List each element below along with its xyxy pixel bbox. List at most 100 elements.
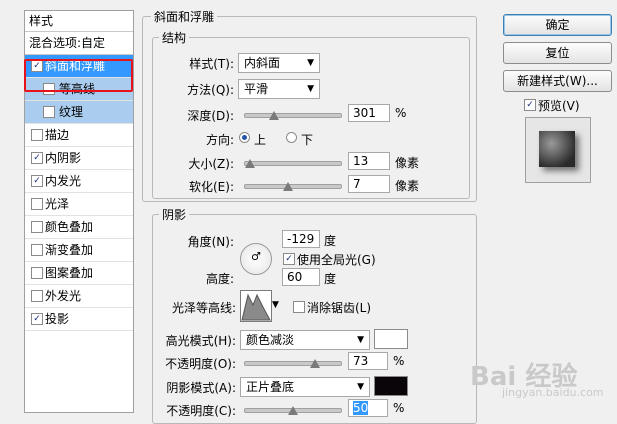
shadow-mode-label: 阴影模式(A): bbox=[166, 381, 236, 395]
style-item[interactable]: 图案叠加 bbox=[25, 262, 133, 285]
chevron-down-icon: ▼ bbox=[357, 335, 364, 345]
method-label: 方法(Q): bbox=[187, 83, 234, 97]
soften-slider[interactable] bbox=[244, 182, 342, 191]
style-item[interactable]: 颜色叠加 bbox=[25, 216, 133, 239]
styles-header: 样式 bbox=[25, 11, 133, 32]
style-item[interactable]: 渐变叠加 bbox=[25, 239, 133, 262]
highlight-opacity-slider[interactable] bbox=[244, 359, 342, 368]
watermark-url: jingyan.baidu.com bbox=[502, 386, 604, 399]
style-item[interactable]: ✓ 投影 bbox=[25, 308, 133, 331]
soften-unit: 像素 bbox=[395, 179, 420, 193]
size-input[interactable]: 13 bbox=[348, 152, 390, 170]
preview-label: 预览(V) bbox=[538, 99, 580, 113]
shadow-opacity-slider[interactable] bbox=[244, 406, 342, 415]
altitude-input[interactable]: 60 bbox=[282, 268, 320, 286]
style-item-label: 颜色叠加 bbox=[45, 220, 94, 234]
style-item[interactable]: ✓ 内阴影 bbox=[25, 147, 133, 170]
gloss-contour-picker[interactable] bbox=[240, 290, 272, 322]
contour-curve-icon bbox=[241, 293, 271, 321]
blend-options-item[interactable]: 混合选项:自定 bbox=[25, 32, 133, 55]
style-item-label: 光泽 bbox=[45, 197, 70, 211]
style-item-label: 纹理 bbox=[59, 105, 84, 119]
angle-unit: 度 bbox=[324, 234, 337, 248]
style-item-checkbox[interactable] bbox=[43, 106, 55, 118]
shadow-mode-select[interactable]: 正片叠底 ▼ bbox=[240, 377, 370, 397]
depth-label: 深度(D): bbox=[187, 109, 234, 123]
style-item[interactable]: ✓ 内发光 bbox=[25, 170, 133, 193]
chevron-down-icon: ▼ bbox=[307, 84, 314, 94]
highlight-annotation-box bbox=[24, 59, 133, 92]
style-item-checkbox[interactable]: ✓ bbox=[31, 175, 43, 187]
preview-sample-shape bbox=[539, 131, 575, 167]
angle-dial[interactable]: ♂ bbox=[240, 243, 272, 275]
reset-button[interactable]: 复位 bbox=[503, 42, 612, 64]
style-item-label: 内发光 bbox=[45, 174, 82, 188]
size-slider-thumb[interactable] bbox=[244, 159, 255, 168]
style-item-checkbox[interactable] bbox=[31, 244, 43, 256]
direction-up-label: 上 bbox=[254, 133, 267, 147]
size-label: 大小(Z): bbox=[188, 157, 234, 171]
style-item[interactable]: 光泽 bbox=[25, 193, 133, 216]
antialias-label: 消除锯齿(L) bbox=[307, 301, 372, 315]
global-light-label: 使用全局光(G) bbox=[297, 253, 376, 267]
altitude-label: 高度: bbox=[205, 272, 234, 286]
style-item-label: 描边 bbox=[45, 128, 70, 142]
structure-title: 结构 bbox=[159, 29, 190, 46]
chevron-down-icon: ▼ bbox=[307, 58, 314, 68]
style-item[interactable]: 纹理 bbox=[25, 101, 133, 124]
depth-slider[interactable] bbox=[244, 111, 342, 120]
shadow-color-swatch[interactable] bbox=[374, 376, 408, 396]
highlight-opacity-thumb[interactable] bbox=[310, 359, 321, 368]
shadow-mode-value: 正片叠底 bbox=[246, 380, 295, 394]
style-item-label: 渐变叠加 bbox=[45, 243, 94, 257]
preview-checkbox[interactable]: ✓ bbox=[524, 99, 536, 111]
style-value: 内斜面 bbox=[244, 56, 281, 70]
antialias-checkbox[interactable] bbox=[293, 301, 305, 313]
style-item-checkbox[interactable] bbox=[31, 290, 43, 302]
size-unit: 像素 bbox=[395, 156, 420, 170]
altitude-unit: 度 bbox=[324, 272, 337, 286]
style-item-label: 投影 bbox=[45, 312, 70, 326]
style-select[interactable]: 内斜面 ▼ bbox=[238, 53, 320, 73]
chevron-down-icon: ▼ bbox=[357, 382, 364, 392]
shading-title: 阴影 bbox=[159, 206, 190, 223]
new-style-button[interactable]: 新建样式(W)... bbox=[503, 70, 612, 92]
soften-input[interactable]: 7 bbox=[348, 175, 390, 193]
direction-label: 方向: bbox=[205, 133, 234, 147]
style-item[interactable]: 外发光 bbox=[25, 285, 133, 308]
highlight-color-swatch[interactable] bbox=[374, 329, 408, 349]
direction-up-radio[interactable] bbox=[239, 132, 250, 143]
soften-label: 软化(E): bbox=[189, 180, 234, 194]
ok-button[interactable]: 确定 bbox=[503, 14, 612, 36]
angle-input[interactable]: -129 bbox=[282, 230, 320, 248]
highlight-mode-select[interactable]: 颜色减淡 ▼ bbox=[240, 330, 370, 350]
highlight-opacity-label: 不透明度(O): bbox=[165, 357, 236, 371]
direction-down-label: 下 bbox=[301, 133, 314, 147]
style-item[interactable]: 描边 bbox=[25, 124, 133, 147]
style-item-checkbox[interactable] bbox=[31, 221, 43, 233]
chevron-down-icon[interactable]: ▼ bbox=[272, 300, 279, 310]
angle-label: 角度(N): bbox=[187, 235, 234, 249]
depth-unit: % bbox=[395, 106, 407, 120]
depth-slider-thumb[interactable] bbox=[268, 111, 279, 120]
depth-input[interactable]: 301 bbox=[348, 104, 390, 122]
bevel-title: 斜面和浮雕 bbox=[151, 8, 218, 25]
angle-crosshair-icon: ♂ bbox=[251, 250, 261, 263]
highlight-mode-label: 高光模式(H): bbox=[165, 334, 236, 348]
direction-down-radio[interactable] bbox=[286, 132, 297, 143]
style-item-checkbox[interactable] bbox=[31, 198, 43, 210]
style-item-checkbox[interactable]: ✓ bbox=[31, 152, 43, 164]
style-item-checkbox[interactable]: ✓ bbox=[31, 313, 43, 325]
method-value: 平滑 bbox=[244, 82, 269, 96]
style-item-checkbox[interactable] bbox=[31, 267, 43, 279]
global-light-checkbox[interactable]: ✓ bbox=[283, 253, 295, 265]
shadow-opacity-input[interactable]: 50 bbox=[348, 399, 388, 417]
size-slider[interactable] bbox=[244, 159, 342, 168]
style-item-label: 图案叠加 bbox=[45, 266, 94, 280]
method-select[interactable]: 平滑 ▼ bbox=[238, 79, 320, 99]
style-item-checkbox[interactable] bbox=[31, 129, 43, 141]
soften-slider-thumb[interactable] bbox=[283, 182, 294, 191]
highlight-opacity-input[interactable]: 73 bbox=[348, 352, 388, 370]
shadow-opacity-thumb[interactable] bbox=[288, 406, 298, 415]
style-item-label: 内阴影 bbox=[45, 151, 82, 165]
